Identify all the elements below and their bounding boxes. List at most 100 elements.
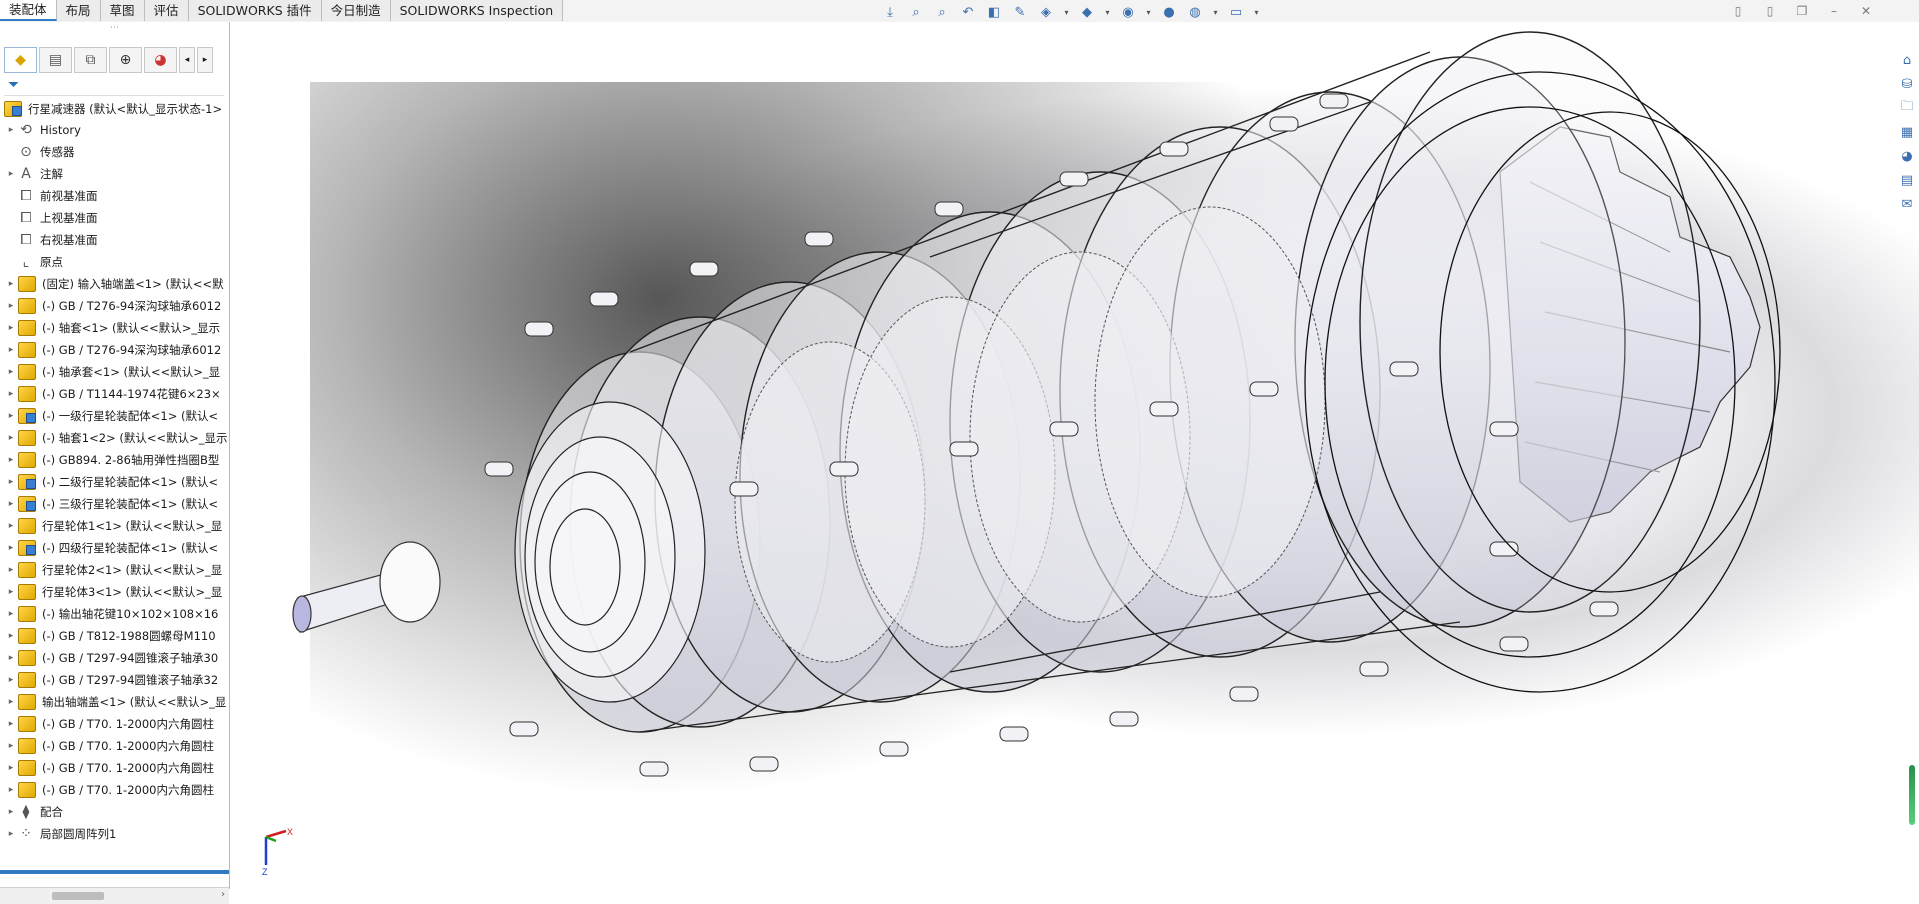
expand-chevron-icon[interactable]: ▸	[4, 125, 18, 135]
tree-item[interactable]: ▸ A 注解	[0, 163, 229, 185]
expand-chevron-icon[interactable]: ▸	[4, 169, 18, 179]
chevron-down-icon[interactable]: ▾	[1252, 3, 1261, 21]
tree-item[interactable]: ⧠ 上视基准面	[0, 207, 229, 229]
scroll-right-icon[interactable]: ›	[221, 889, 225, 900]
expand-chevron-icon[interactable]: ▸	[4, 345, 18, 355]
tab-scroll-right-icon[interactable]: ▸	[197, 47, 213, 73]
expand-chevron-icon[interactable]: ▸	[4, 455, 18, 465]
expand-chevron-icon[interactable]: ▸	[4, 763, 18, 773]
tree-item[interactable]: ⧠ 右视基准面	[0, 229, 229, 251]
tree-item[interactable]: ▸ (-) GB / T812-1988圆螺母M110	[0, 625, 229, 647]
expand-chevron-icon[interactable]: ▸	[4, 323, 18, 333]
tree-item[interactable]: ▸ (-) GB / T276-94深沟球轴承6012	[0, 339, 229, 361]
scroll-thumb[interactable]	[52, 892, 104, 900]
chevron-down-icon[interactable]: ▾	[1211, 3, 1220, 21]
configuration-manager-tab-icon[interactable]: ⧉	[74, 47, 107, 73]
solidworks-resources-icon[interactable]: ⌂	[1897, 50, 1917, 70]
forum-icon[interactable]: ✉	[1897, 194, 1917, 214]
tree-root-assembly[interactable]: 行星减速器 (默认<默认_显示状态-1>	[4, 100, 228, 118]
expand-chevron-icon[interactable]: ▸	[4, 807, 18, 817]
tree-item[interactable]: ▸ (-) GB / T297-94圆锥滚子轴承30	[0, 647, 229, 669]
apply-scene-icon[interactable]: ◍	[1185, 3, 1205, 21]
tab-evaluate[interactable]: 评估	[144, 0, 189, 21]
horizontal-scrollbar[interactable]: ›	[0, 887, 229, 904]
tree-item[interactable]: ▸ (-) GB / T70. 1-2000内六角圆柱	[0, 779, 229, 801]
display-manager-tab-icon[interactable]: ◕	[144, 47, 177, 73]
expand-chevron-icon[interactable]: ▸	[4, 829, 18, 839]
close-icon[interactable]: ✕	[1857, 3, 1875, 19]
tree-item[interactable]: ▸ ⧫ 配合	[0, 801, 229, 823]
tab-layout[interactable]: 布局	[56, 0, 101, 21]
expand-chevron-icon[interactable]: ▸	[4, 697, 18, 707]
tree-item[interactable]: ⌞ 原点	[0, 251, 229, 273]
property-manager-tab-icon[interactable]: ▤	[39, 47, 72, 73]
design-library-icon[interactable]: ⛁	[1897, 74, 1917, 94]
tree-item[interactable]: ▸ (-) GB / T297-94圆锥滚子轴承32	[0, 669, 229, 691]
tree-item[interactable]: ▸ (-) 一级行星轮装配体<1> (默认<	[0, 405, 229, 427]
tree-item[interactable]: ▸ (-) 轴套1<2> (默认<<默认>_显示	[0, 427, 229, 449]
view-palette-icon[interactable]: ▦	[1897, 122, 1917, 142]
tile-left-icon[interactable]: ▯	[1729, 3, 1747, 19]
expand-chevron-icon[interactable]: ▸	[4, 499, 18, 509]
expand-chevron-icon[interactable]: ▸	[4, 719, 18, 729]
appearances-icon[interactable]: ◕	[1897, 146, 1917, 166]
tree-item[interactable]: ▸ (-) 轴承套<1> (默认<<默认>_显	[0, 361, 229, 383]
zoom-to-fit-icon[interactable]: ⌕	[906, 3, 926, 21]
graphics-area[interactable]: X Z	[230, 22, 1919, 889]
view-orientation-dropdown-icon[interactable]: ◈	[1036, 3, 1056, 21]
zoom-to-area-icon[interactable]: ⌕	[932, 3, 952, 21]
tile-right-icon[interactable]: ▯	[1761, 3, 1779, 19]
expand-chevron-icon[interactable]: ▸	[4, 653, 18, 663]
chevron-down-icon[interactable]: ▾	[1062, 3, 1071, 21]
tree-item[interactable]: ▸ ⟲ History	[0, 119, 229, 141]
section-view-icon[interactable]: ◧	[984, 3, 1004, 21]
tab-solidworks-addins[interactable]: SOLIDWORKS 插件	[188, 0, 322, 21]
expand-chevron-icon[interactable]: ▸	[4, 389, 18, 399]
tab-manufacturing[interactable]: 今日制造	[321, 0, 391, 21]
expand-chevron-icon[interactable]: ▸	[4, 411, 18, 421]
tab-scroll-left-icon[interactable]: ◂	[179, 47, 195, 73]
previous-view-icon[interactable]: ↶	[958, 3, 978, 21]
expand-chevron-icon[interactable]: ▸	[4, 785, 18, 795]
tree-item[interactable]: ▸ (-) GB / T70. 1-2000内六角圆柱	[0, 757, 229, 779]
tree-item[interactable]: ▸ 行星轮体2<1> (默认<<默认>_显	[0, 559, 229, 581]
expand-chevron-icon[interactable]: ▸	[4, 675, 18, 685]
tree-item[interactable]: ▸ (-) GB / T70. 1-2000内六角圆柱	[0, 735, 229, 757]
file-explorer-icon[interactable]: 🗀	[1897, 98, 1917, 118]
expand-chevron-icon[interactable]: ▸	[4, 631, 18, 641]
gear-reducer-model[interactable]	[230, 22, 1919, 889]
chevron-down-icon[interactable]: ▾	[1103, 3, 1112, 21]
minimize-icon[interactable]: –	[1825, 3, 1843, 19]
tree-item[interactable]: ▸ (-) 四级行星轮装配体<1> (默认<	[0, 537, 229, 559]
restore-icon[interactable]: ❐	[1793, 3, 1811, 19]
expand-chevron-icon[interactable]: ▸	[4, 367, 18, 377]
tree-item[interactable]: ⧠ 前视基准面	[0, 185, 229, 207]
expand-chevron-icon[interactable]: ▸	[4, 565, 18, 575]
tree-item[interactable]: ▸ 输出轴端盖<1> (默认<<默认>_显	[0, 691, 229, 713]
feature-tree-filter[interactable]: ⏷	[4, 75, 224, 96]
edit-appearance-icon[interactable]: ●	[1159, 3, 1179, 21]
tree-item[interactable]: ▸ 行星轮体1<1> (默认<<默认>_显	[0, 515, 229, 537]
tree-item[interactable]: ▸ 行星轮体3<1> (默认<<默认>_显	[0, 581, 229, 603]
tree-item[interactable]: ▸ (-) GB / T276-94深沟球轴承6012	[0, 295, 229, 317]
expand-chevron-icon[interactable]: ▸	[4, 279, 18, 289]
dynamic-annotation-icon[interactable]: ✎	[1010, 3, 1030, 21]
display-style-icon[interactable]: ◆	[1077, 3, 1097, 21]
tree-item[interactable]: ▸ (-) 输出轴花键10×102×108×16	[0, 603, 229, 625]
expand-chevron-icon[interactable]: ▸	[4, 301, 18, 311]
feature-manager-tab-icon[interactable]: ◆	[4, 47, 37, 73]
view-settings-icon[interactable]: ▭	[1226, 3, 1246, 21]
dimxpert-tab-icon[interactable]: ⊕	[109, 47, 142, 73]
tab-solidworks-inspection[interactable]: SOLIDWORKS Inspection	[390, 0, 564, 21]
expand-chevron-icon[interactable]: ▸	[4, 433, 18, 443]
filter-icon[interactable]: ⏷	[8, 77, 19, 93]
view-orientation-icon[interactable]: ⤓	[880, 3, 900, 21]
custom-properties-icon[interactable]: ▤	[1897, 170, 1917, 190]
expand-chevron-icon[interactable]: ▸	[4, 587, 18, 597]
tree-item[interactable]: ▸ (-) GB / T70. 1-2000内六角圆柱	[0, 713, 229, 735]
tree-item[interactable]: ▸ (-) 轴套<1> (默认<<默认>_显示	[0, 317, 229, 339]
chevron-down-icon[interactable]: ▾	[1144, 3, 1153, 21]
tree-item[interactable]: ▸ ⁘ 局部圆周阵列1	[0, 823, 229, 845]
hide-show-items-icon[interactable]: ◉	[1118, 3, 1138, 21]
tab-assembly[interactable]: 装配体	[0, 0, 57, 21]
